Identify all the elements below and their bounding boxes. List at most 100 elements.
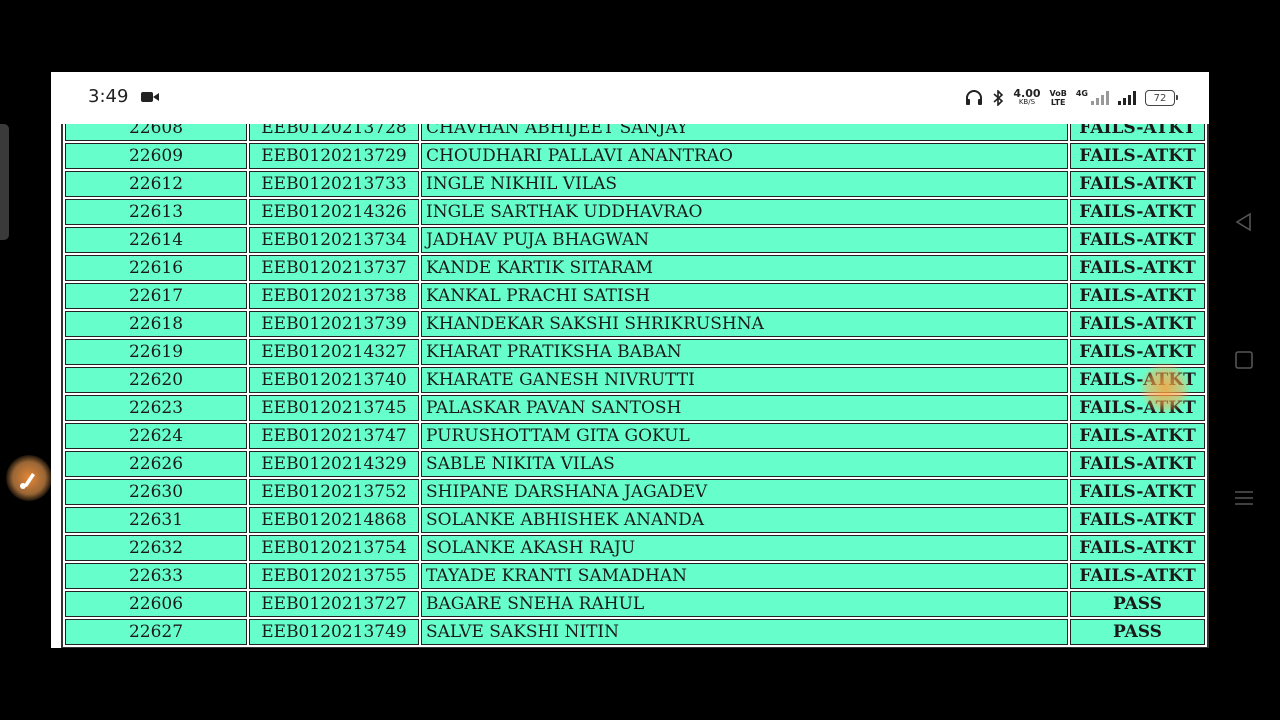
table-row: 22631 EEB0120214868 SOLANKE ABHISHEK ANAND…	[65, 507, 1205, 533]
table-row: 22617 EEB0120213738 KANKAL PRACHI SATISH FA…	[65, 283, 1205, 309]
seat-number-cell: 22633	[65, 563, 247, 589]
signal-icon	[1118, 91, 1136, 105]
student-name-cell: SOLANKE ABHISHEK ANANDA	[421, 507, 1068, 533]
student-name-cell: SABLE NIKITA VILAS	[421, 451, 1068, 477]
student-name-cell: SALVE SAKSHI NITIN	[421, 619, 1068, 645]
prn-cell: EEB0120213749	[249, 619, 419, 645]
prn-cell: EEB0120213733	[249, 171, 419, 197]
result-cell: FAILS-ATKT	[1070, 199, 1205, 225]
headphones-icon	[966, 90, 983, 105]
result-cell: PASS	[1070, 591, 1205, 617]
result-cell: FAILS-ATKT	[1070, 171, 1205, 197]
student-name-cell: SOLANKE AKASH RAJU	[421, 535, 1068, 561]
prn-cell: EEB0120214329	[249, 451, 419, 477]
result-cell: FAILS-ATKT	[1070, 479, 1205, 505]
table-row: 22618 EEB0120213739 KHANDEKAR SAKSHI SHRIK…	[65, 311, 1205, 337]
result-cell: FAILS-ATKT	[1070, 143, 1205, 169]
table-row: 22626 EEB0120214329 SABLE NIKITA VILAS FAIL…	[65, 451, 1205, 477]
seat-number-cell: 22617	[65, 283, 247, 309]
menu-icon	[1235, 491, 1253, 505]
assistive-touch-button[interactable]	[6, 455, 52, 501]
back-icon	[1235, 212, 1251, 232]
seat-number-cell: 22632	[65, 535, 247, 561]
home-button[interactable]	[1232, 348, 1256, 372]
result-cell: FAILS-ATKT	[1070, 283, 1205, 309]
result-cell: PASS	[1070, 619, 1205, 645]
prn-cell: EEB0120213752	[249, 479, 419, 505]
result-cell: FAILS-ATKT	[1070, 395, 1205, 421]
table-row: 22630 EEB0120213752 SHIPANE DARSHANA JAGAD…	[65, 479, 1205, 505]
side-edge-handle[interactable]	[0, 124, 9, 240]
student-name-cell: KANDE KARTIK SITARAM	[421, 255, 1068, 281]
table-row: 22632 EEB0120213754 SOLANKE AKASH RAJU FAIL…	[65, 535, 1205, 561]
seat-number-cell: 22627	[65, 619, 247, 645]
prn-cell: EEB0120213747	[249, 423, 419, 449]
result-cell: FAILS-ATKT	[1070, 339, 1205, 365]
table-row: 22627 EEB0120213749 SALVE SAKSHI NITIN PASS	[65, 619, 1205, 645]
result-cell: FAILS-ATKT	[1070, 451, 1205, 477]
table-row: 22623 EEB0120213745 PALASKAR PAVAN SANTOSH…	[65, 395, 1205, 421]
prn-cell: EEB0120213739	[249, 311, 419, 337]
seat-number-cell: 22630	[65, 479, 247, 505]
status-time: 3:49	[88, 86, 129, 107]
table-row: 22614 EEB0120213734 JADHAV PUJA BHAGWAN FAI…	[65, 227, 1205, 253]
student-name-cell: PALASKAR PAVAN SANTOSH	[421, 395, 1068, 421]
table-row: 22620 EEB0120213740 KHARATE GANESH NIVRUTT…	[65, 367, 1205, 393]
seat-number-cell: 22612	[65, 171, 247, 197]
recent-apps-button[interactable]	[1232, 486, 1256, 510]
student-name-cell: KHARAT PRATIKSHA BABAN	[421, 339, 1068, 365]
table-row: 22609 EEB0120213729 CHOUDHARI PALLAVI ANAN…	[65, 143, 1205, 169]
student-name-cell: TAYADE KRANTI SAMADHAN	[421, 563, 1068, 589]
volte-indicator: VoB LTE	[1049, 89, 1067, 107]
status-bar: 3:49 4.00 KB/S VoB LTE 4G 72	[51, 72, 1209, 124]
table-row: 22619 EEB0120214327 KHARAT PRATIKSHA BABAN…	[65, 339, 1205, 365]
seat-number-cell: 22620	[65, 367, 247, 393]
network-speed: 4.00 KB/S	[1013, 87, 1041, 106]
result-cell: FAILS-ATKT	[1070, 563, 1205, 589]
prn-cell: EEB0120213754	[249, 535, 419, 561]
student-name-cell: PURUSHOTTAM GITA GOKUL	[421, 423, 1068, 449]
result-cell: FAILS-ATKT	[1070, 227, 1205, 253]
prn-cell: EEB0120213729	[249, 143, 419, 169]
phone-screen: 3:49 4.00 KB/S VoB LTE 4G 72 22608 EEB01…	[51, 72, 1209, 648]
prn-cell: EEB0120213745	[249, 395, 419, 421]
student-name-cell: CHOUDHARI PALLAVI ANANTRAO	[421, 143, 1068, 169]
prn-cell: EEB0120213738	[249, 283, 419, 309]
result-cell: FAILS-ATKT	[1070, 507, 1205, 533]
table-row: 22606 EEB0120213727 BAGARE SNEHA RAHUL PASS	[65, 591, 1205, 617]
bluetooth-icon	[993, 90, 1004, 106]
result-cell: FAILS-ATKT	[1070, 367, 1205, 393]
prn-cell: EEB0120213727	[249, 591, 419, 617]
student-name-cell: JADHAV PUJA BHAGWAN	[421, 227, 1068, 253]
seat-number-cell: 22619	[65, 339, 247, 365]
prn-cell: EEB0120214327	[249, 339, 419, 365]
results-table-container[interactable]: 22608 EEB0120213728 CHAVHAN ABHIJEET SANJA…	[51, 104, 1209, 648]
prn-cell: EEB0120214868	[249, 507, 419, 533]
back-button[interactable]	[1232, 210, 1256, 234]
prn-cell: EEB0120213734	[249, 227, 419, 253]
result-cell: FAILS-ATKT	[1070, 535, 1205, 561]
seat-number-cell: 22623	[65, 395, 247, 421]
seat-number-cell: 22631	[65, 507, 247, 533]
student-name-cell: BAGARE SNEHA RAHUL	[421, 591, 1068, 617]
seat-number-cell: 22609	[65, 143, 247, 169]
student-name-cell: INGLE NIKHIL VILAS	[421, 171, 1068, 197]
status-icons: 4.00 KB/S VoB LTE 4G 72	[965, 86, 1178, 110]
prn-cell: EEB0120213755	[249, 563, 419, 589]
result-cell: FAILS-ATKT	[1070, 311, 1205, 337]
seat-number-cell: 22613	[65, 199, 247, 225]
table-row: 22633 EEB0120213755 TAYADE KRANTI SAMADHAN…	[65, 563, 1205, 589]
table-row: 22616 EEB0120213737 KANDE KARTIK SITARAM FA…	[65, 255, 1205, 281]
seat-number-cell: 22626	[65, 451, 247, 477]
home-icon	[1235, 351, 1253, 369]
table-row: 22612 EEB0120213733 INGLE NIKHIL VILAS FAIL…	[65, 171, 1205, 197]
prn-cell: EEB0120213737	[249, 255, 419, 281]
seat-number-cell: 22618	[65, 311, 247, 337]
result-cell: FAILS-ATKT	[1070, 423, 1205, 449]
brush-icon	[20, 473, 35, 489]
video-camera-icon	[141, 92, 159, 102]
seat-number-cell: 22616	[65, 255, 247, 281]
prn-cell: EEB0120213740	[249, 367, 419, 393]
results-table: 22608 EEB0120213728 CHAVHAN ABHIJEET SANJA…	[61, 111, 1209, 648]
student-name-cell: SHIPANE DARSHANA JAGADEV	[421, 479, 1068, 505]
